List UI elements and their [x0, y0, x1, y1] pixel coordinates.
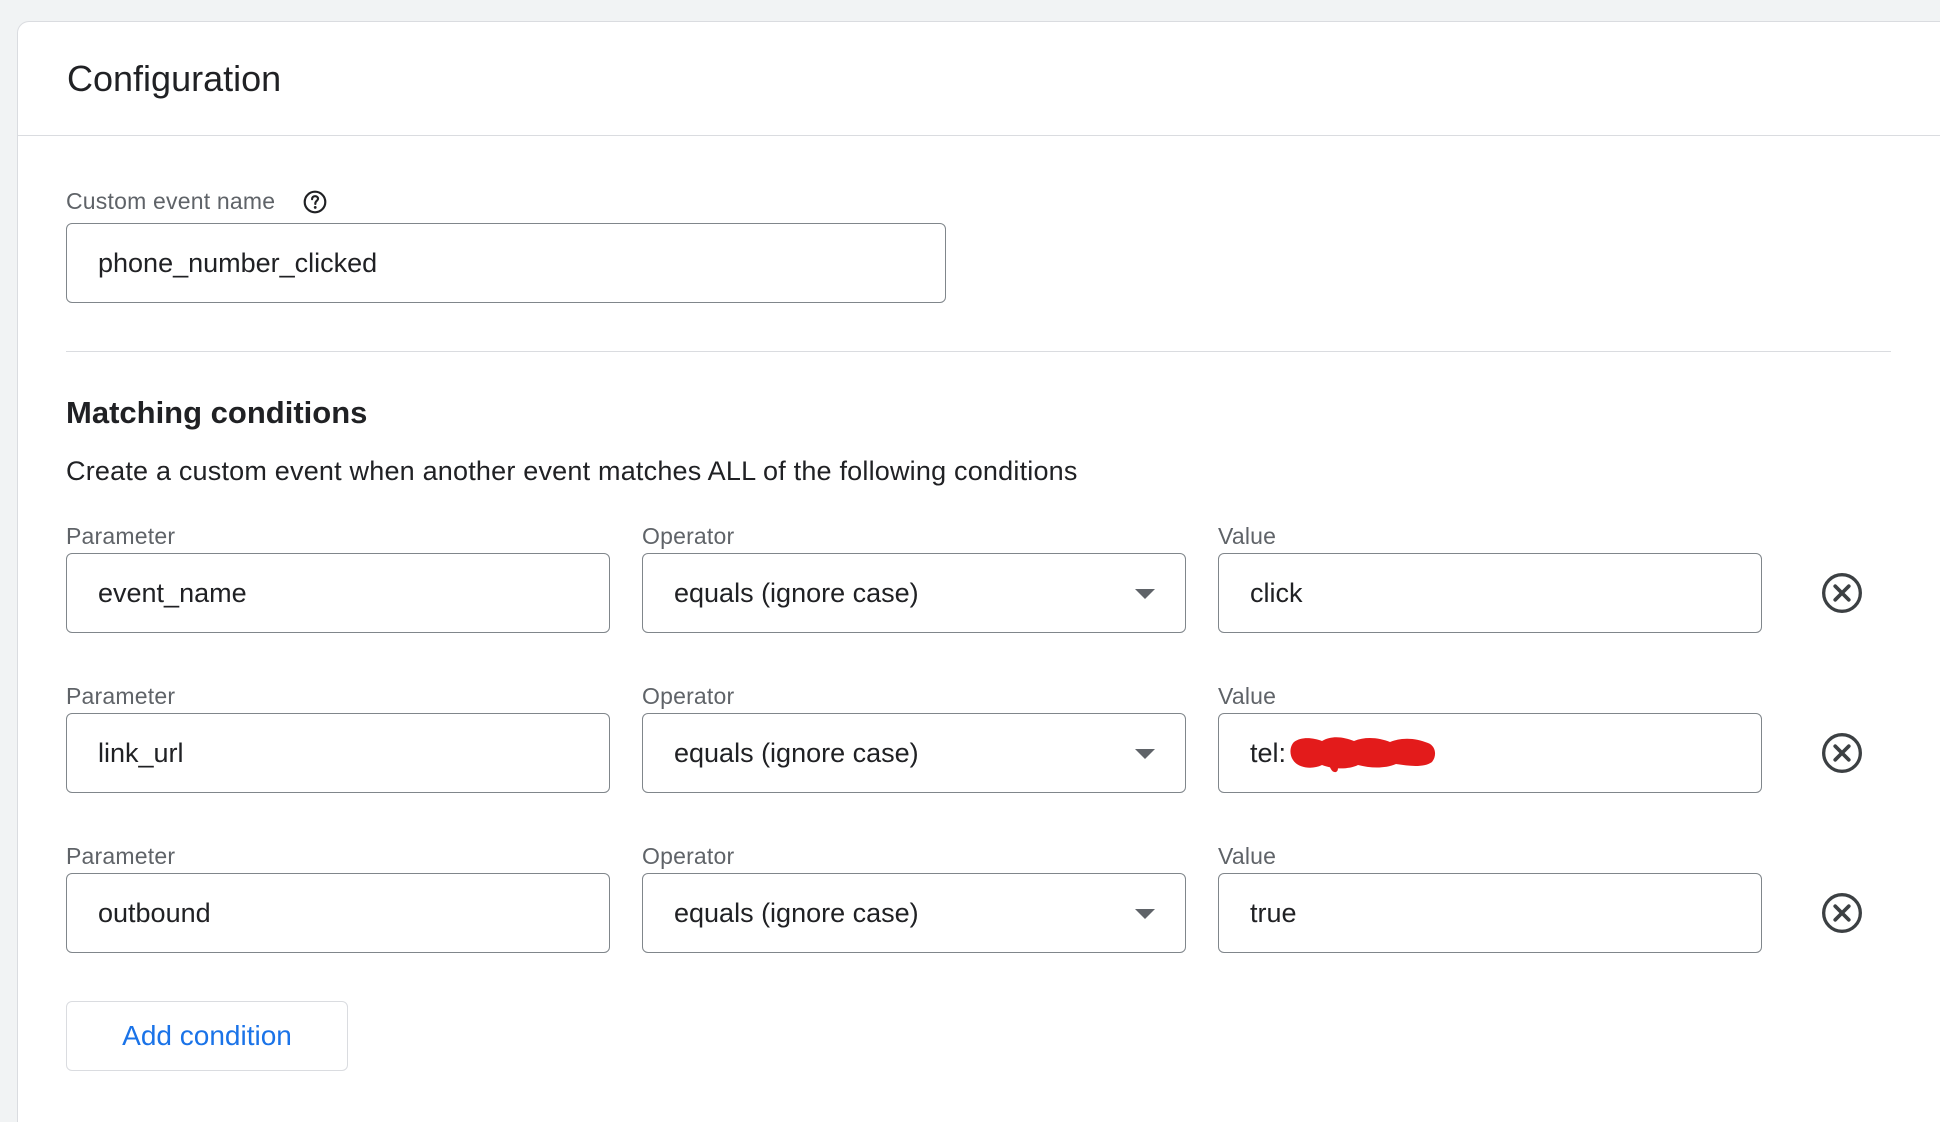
operator-value: equals (ignore case) — [674, 897, 919, 928]
dropdown-arrow-icon — [1135, 909, 1155, 919]
operator-label: Operator — [642, 683, 735, 709]
remove-condition-icon[interactable] — [1820, 571, 1864, 615]
help-circle-icon[interactable] — [302, 189, 328, 215]
section-divider — [66, 351, 1891, 352]
parameter-label: Parameter — [66, 843, 176, 869]
value-input[interactable]: click — [1218, 553, 1762, 633]
operator-value: equals (ignore case) — [674, 737, 919, 768]
value-text: tel: — [1250, 737, 1287, 768]
matching-conditions-title: Matching conditions — [66, 395, 368, 430]
parameter-input[interactable]: link_url — [66, 713, 610, 793]
remove-condition-icon[interactable] — [1820, 891, 1864, 935]
dropdown-arrow-icon — [1135, 589, 1155, 599]
parameter-input[interactable]: outbound — [66, 873, 610, 953]
operator-label: Operator — [642, 523, 735, 549]
card-title: Configuration — [67, 58, 282, 99]
parameter-label: Parameter — [66, 523, 176, 549]
matching-conditions-description: Create a custom event when another event… — [66, 456, 1078, 486]
redaction-mark — [1290, 737, 1436, 773]
add-condition-button[interactable]: Add condition — [66, 1001, 348, 1071]
custom-event-name-label: Custom event name — [66, 188, 276, 214]
value-label: Value — [1218, 683, 1277, 709]
parameter-input[interactable]: event_name — [66, 553, 610, 633]
dropdown-arrow-icon — [1135, 749, 1155, 759]
operator-select[interactable]: equals (ignore case) — [642, 873, 1186, 953]
operator-select[interactable]: equals (ignore case) — [642, 553, 1186, 633]
value-label: Value — [1218, 523, 1277, 549]
remove-condition-icon[interactable] — [1820, 731, 1864, 775]
operator-select[interactable]: equals (ignore case) — [642, 713, 1186, 793]
operator-label: Operator — [642, 843, 735, 869]
value-label: Value — [1218, 843, 1277, 869]
parameter-label: Parameter — [66, 683, 176, 709]
card-header: Configuration — [18, 22, 1940, 136]
operator-value: equals (ignore case) — [674, 577, 919, 608]
custom-event-name-input[interactable]: phone_number_clicked — [66, 223, 946, 303]
value-input[interactable]: true — [1218, 873, 1762, 953]
